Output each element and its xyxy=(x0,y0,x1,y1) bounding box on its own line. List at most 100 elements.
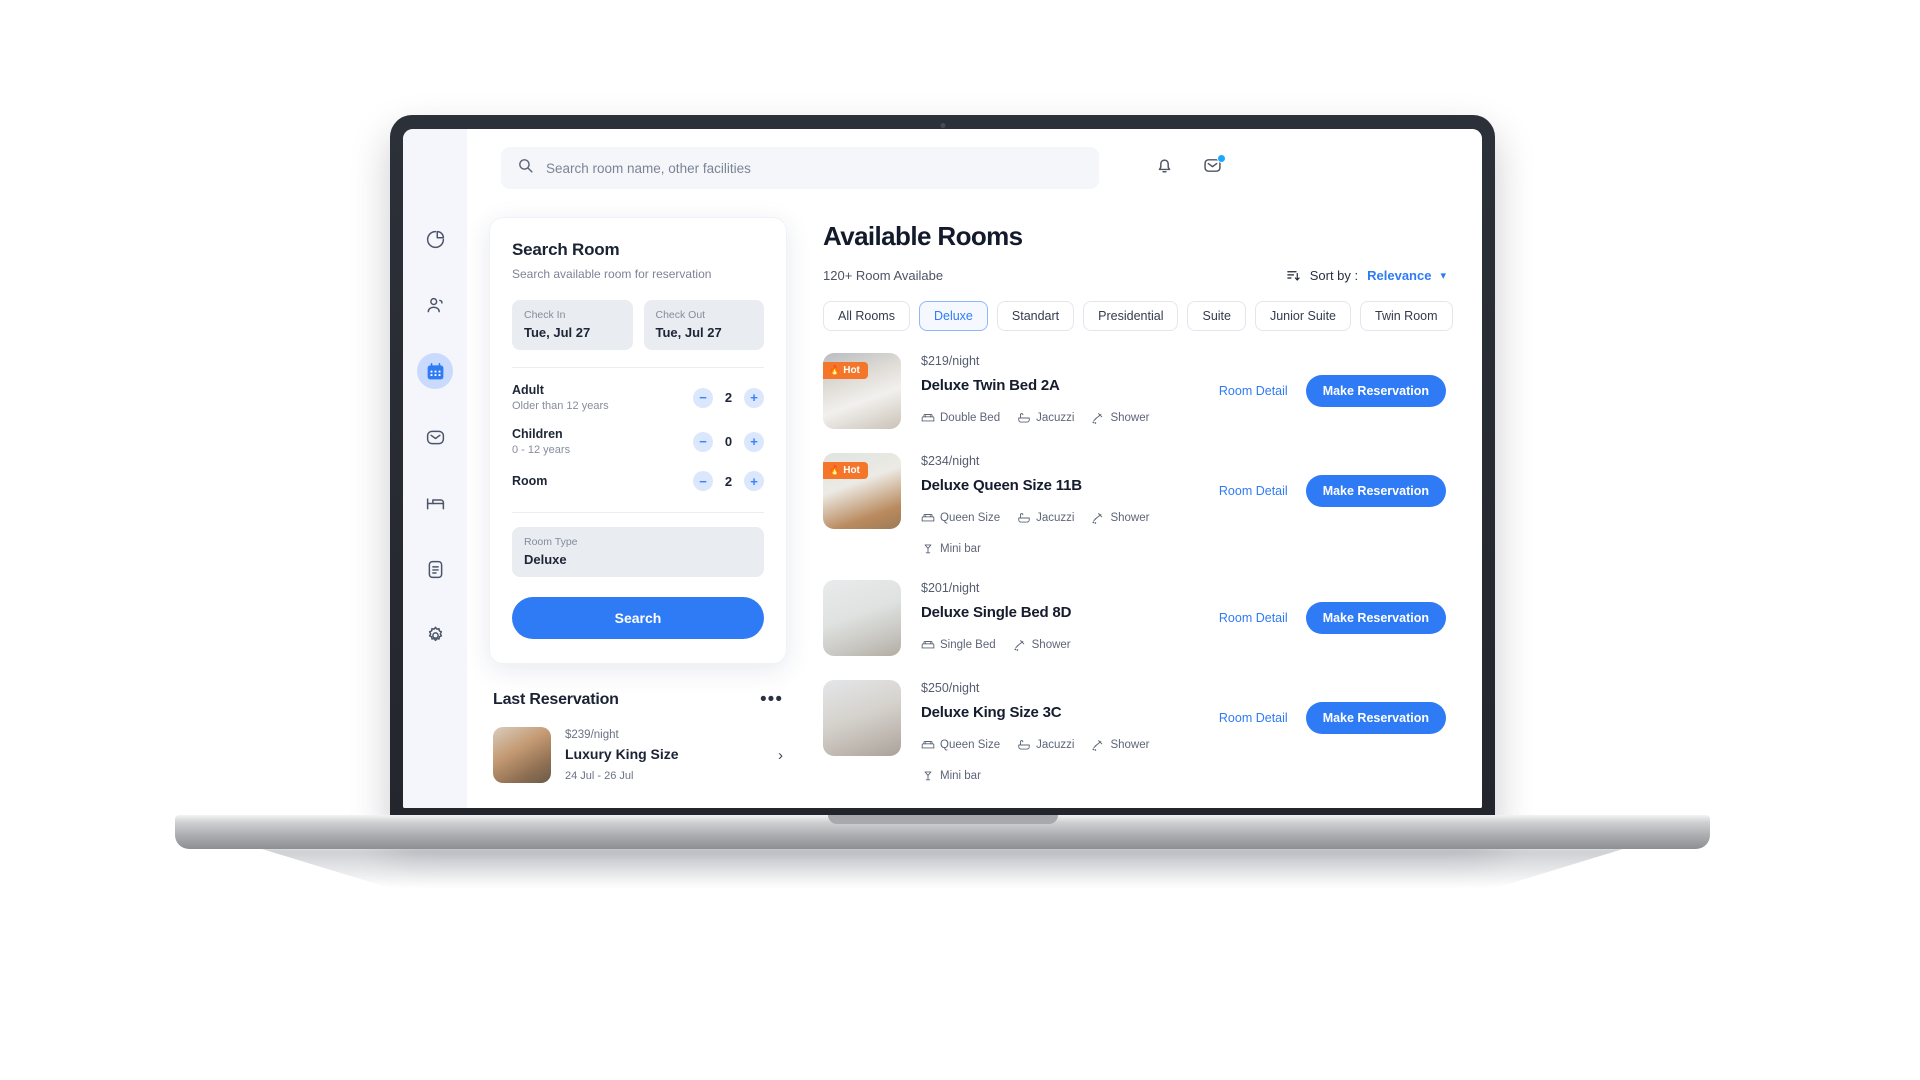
chevron-right-icon[interactable]: › xyxy=(778,747,783,764)
room-type-label: Room Type xyxy=(524,536,578,548)
room-thumbnail[interactable]: 🔥 Hot xyxy=(823,353,901,429)
amenity-item: Jacuzzi xyxy=(1017,738,1074,752)
room-name: Deluxe Twin Bed 2A xyxy=(921,377,1060,394)
children-stepper: − 0 + xyxy=(693,431,764,452)
sidebar-item-reports[interactable] xyxy=(417,551,453,587)
children-value: 0 xyxy=(724,434,733,449)
ellipsis-icon[interactable]: ••• xyxy=(760,690,783,709)
hot-badge: 🔥 Hot xyxy=(823,462,868,479)
reservation-thumbnail xyxy=(493,727,551,783)
room-amenities: Single Bed Shower xyxy=(921,638,1199,652)
filter-twin-room[interactable]: Twin Room xyxy=(1360,301,1453,331)
room-amenities: Queen Size Jacuzzi Shower Mini bar xyxy=(921,511,1199,556)
filter-all-rooms[interactable]: All Rooms xyxy=(823,301,910,331)
sidebar-item-guests[interactable] xyxy=(417,287,453,323)
adult-hint: Older than 12 years xyxy=(512,400,609,412)
divider xyxy=(512,367,764,368)
laptop-mockup: Search Room Search available room for re… xyxy=(175,115,1710,888)
laptop-base-shadow xyxy=(258,848,1627,888)
reservation-price: $239/night xyxy=(565,728,619,741)
room-list: 🔥 Hot $219/night Deluxe Twin Bed 2A Double B… xyxy=(823,353,1446,783)
notifications-button[interactable] xyxy=(1151,155,1177,181)
amenity-item: Double Bed xyxy=(921,411,1000,425)
flame-icon: 🔥 xyxy=(829,465,841,475)
hot-badge-label: Hot xyxy=(843,465,860,476)
last-reservation-header: Last Reservation ••• xyxy=(493,690,783,709)
room-decrement-button[interactable]: − xyxy=(693,471,713,491)
make-reservation-button[interactable]: Make Reservation xyxy=(1305,602,1446,634)
check-in-field[interactable]: Check In Tue, Jul 27 xyxy=(512,300,633,350)
search-button[interactable]: Search xyxy=(512,597,764,639)
bed-icon xyxy=(921,738,935,752)
app-screen: Search Room Search available room for re… xyxy=(403,129,1482,808)
room-type-value: Deluxe xyxy=(524,552,567,567)
sort-icon xyxy=(1286,268,1301,283)
filter-junior-suite[interactable]: Junior Suite xyxy=(1254,301,1351,331)
make-reservation-button[interactable]: Make Reservation xyxy=(1305,375,1446,407)
adult-value: 2 xyxy=(724,390,733,405)
messages-button[interactable] xyxy=(1199,154,1226,181)
bed-icon xyxy=(425,493,446,514)
pie-chart-icon xyxy=(425,229,446,250)
children-decrement-button[interactable]: − xyxy=(693,431,713,452)
room-price: $250/night xyxy=(921,681,980,695)
flame-icon: 🔥 xyxy=(829,365,841,375)
reservation-dates: 24 Jul - 26 Jul xyxy=(565,769,634,782)
search-panel-column: Search Room Search available room for re… xyxy=(467,207,787,808)
sidebar-item-reservations[interactable] xyxy=(417,353,453,389)
room-increment-button[interactable]: + xyxy=(744,471,764,491)
room-thumbnail[interactable]: 🔥 Hot xyxy=(823,453,901,529)
search-icon xyxy=(517,157,534,179)
filter-suite[interactable]: Suite xyxy=(1187,301,1246,331)
adult-counter-row: Adult Older than 12 years − 2 + xyxy=(512,372,764,416)
filter-standart[interactable]: Standart xyxy=(996,301,1075,331)
sort-value[interactable]: Relevance xyxy=(1367,268,1431,283)
room-name: Deluxe Queen Size 11B xyxy=(921,477,1082,494)
sidebar-item-messages[interactable] xyxy=(417,419,453,455)
amenity-label: Shower xyxy=(1110,739,1150,751)
date-range-row: Check In Tue, Jul 27 Check Out Tue, Jul … xyxy=(512,300,764,350)
sort-control[interactable]: Sort by : Relevance ▾ xyxy=(1286,268,1446,283)
search-room-card: Search Room Search available room for re… xyxy=(489,217,787,664)
children-increment-button[interactable]: + xyxy=(744,431,764,452)
reservation-name: Luxury King Size xyxy=(565,745,679,762)
webcam-icon xyxy=(940,123,945,128)
amenity-item: Queen Size xyxy=(921,511,1000,525)
bed-icon xyxy=(921,511,935,525)
amenity-item: Single Bed xyxy=(921,638,996,652)
check-in-value: Tue, Jul 27 xyxy=(524,325,591,340)
sidebar-item-analytics[interactable] xyxy=(417,221,453,257)
adult-increment-button[interactable]: + xyxy=(744,387,764,408)
check-out-field[interactable]: Check Out Tue, Jul 27 xyxy=(643,300,764,350)
room-detail-link[interactable]: Room Detail xyxy=(1219,611,1288,625)
reservation-meta: $239/night Luxury King Size 24 Jul - 26 … xyxy=(565,729,764,782)
filter-presidential[interactable]: Presidential xyxy=(1083,301,1179,331)
chevron-down-icon[interactable]: ▾ xyxy=(1440,269,1446,282)
room-name: Deluxe Single Bed 8D xyxy=(921,604,1072,621)
make-reservation-button[interactable]: Make Reservation xyxy=(1305,702,1446,734)
search-input[interactable] xyxy=(546,160,1083,176)
adult-decrement-button[interactable]: − xyxy=(693,387,713,408)
room-card: $250/night Deluxe King Size 3C Queen Size J… xyxy=(823,680,1446,783)
room-detail-link[interactable]: Room Detail xyxy=(1219,384,1288,398)
global-search[interactable] xyxy=(501,147,1099,189)
filter-deluxe[interactable]: Deluxe xyxy=(918,301,988,331)
sidebar-item-rooms[interactable] xyxy=(417,485,453,521)
room-detail-link[interactable]: Room Detail xyxy=(1219,711,1288,725)
room-detail-link[interactable]: Room Detail xyxy=(1219,484,1288,498)
document-icon xyxy=(425,559,446,580)
sort-label: Sort by : xyxy=(1309,268,1359,283)
page-title: Available Rooms xyxy=(823,221,1023,251)
bathtub-icon xyxy=(1017,511,1031,525)
room-info: $234/night Deluxe Queen Size 11B Queen Siz… xyxy=(921,453,1199,556)
amenity-item: Shower xyxy=(1013,638,1071,652)
room-info: $201/night Deluxe Single Bed 8D Single Bed… xyxy=(921,580,1199,652)
room-type-select[interactable]: Room Type Deluxe xyxy=(512,527,764,577)
main-body: Search Room Search available room for re… xyxy=(467,207,1482,808)
room-thumbnail[interactable] xyxy=(823,580,901,656)
make-reservation-button[interactable]: Make Reservation xyxy=(1305,475,1446,507)
sidebar-item-settings[interactable] xyxy=(417,617,453,653)
last-reservation-item[interactable]: $239/night Luxury King Size 24 Jul - 26 … xyxy=(493,727,783,783)
last-reservation-title: Last Reservation xyxy=(493,690,619,708)
room-thumbnail[interactable] xyxy=(823,680,901,756)
